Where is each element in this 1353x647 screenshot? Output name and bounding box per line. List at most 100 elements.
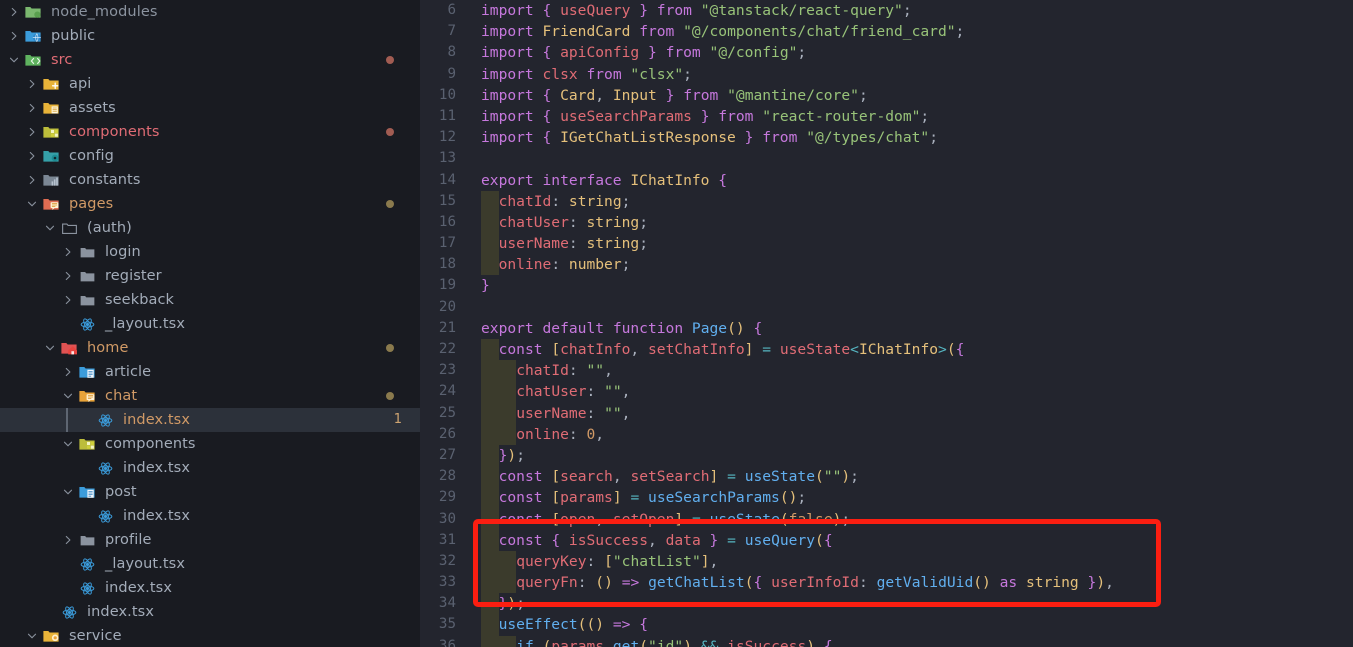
line-source[interactable]: import { Card, Input } from "@mantine/co… (481, 85, 868, 106)
chevron-right-icon[interactable] (60, 240, 76, 264)
tree-item-profile[interactable]: profile (0, 528, 420, 552)
line-source[interactable]: const [chatInfo, setChatInfo] = useState… (481, 339, 964, 360)
code-line[interactable]: 22 const [chatInfo, setChatInfo] = useSt… (420, 339, 1353, 360)
line-source[interactable]: useEffect(() => { (481, 614, 648, 635)
chevron-down-icon[interactable] (60, 480, 76, 504)
tree-item-index-tsx[interactable]: index.tsx (0, 576, 420, 600)
line-source[interactable]: if (params.get("id") && isSuccess) { (481, 636, 833, 647)
tree-item-home[interactable]: home (0, 336, 420, 360)
chevron-right-icon[interactable] (60, 264, 76, 288)
chevron-right-icon[interactable] (24, 144, 40, 168)
chevron-down-icon[interactable] (24, 624, 40, 647)
line-source[interactable]: }); (481, 445, 525, 466)
line-source[interactable]: import { useQuery } from "@tanstack/reac… (481, 0, 912, 21)
tree-item-index-tsx[interactable]: index.tsx1 (0, 408, 420, 432)
line-source[interactable]: online: 0, (481, 424, 604, 445)
chevron-down-icon[interactable] (42, 216, 58, 240)
line-source[interactable]: userName: "", (481, 403, 630, 424)
chevron-down-icon[interactable] (60, 432, 76, 456)
line-source[interactable]: queryKey: ["chatList"], (481, 551, 718, 572)
line-source[interactable]: const { isSuccess, data } = useQuery({ (481, 530, 833, 551)
code-line[interactable]: 10import { Card, Input } from "@mantine/… (420, 85, 1353, 106)
code-line[interactable]: 27 }); (420, 445, 1353, 466)
code-line[interactable]: 34 }); (420, 593, 1353, 614)
tree-item-components[interactable]: components (0, 432, 420, 456)
tree-item-public[interactable]: public (0, 24, 420, 48)
code-line[interactable]: 14export interface IChatInfo { (420, 170, 1353, 191)
code-line[interactable]: 25 userName: "", (420, 403, 1353, 424)
chevron-right-icon[interactable] (60, 528, 76, 552)
tree-item--auth-[interactable]: (auth) (0, 216, 420, 240)
line-source[interactable]: const [open, setOpen] = useState(false); (481, 509, 850, 530)
code-line[interactable]: 18 online: number; (420, 254, 1353, 275)
chevron-down-icon[interactable] (42, 336, 58, 360)
tree-item-src[interactable]: src (0, 48, 420, 72)
code-line[interactable]: 8import { apiConfig } from "@/config"; (420, 42, 1353, 63)
code-line[interactable]: 36 if (params.get("id") && isSuccess) { (420, 636, 1353, 647)
chevron-right-icon[interactable] (24, 96, 40, 120)
tree-item-constants[interactable]: constants (0, 168, 420, 192)
code-line[interactable]: 32 queryKey: ["chatList"], (420, 551, 1353, 572)
chevron-right-icon[interactable] (60, 288, 76, 312)
code-line[interactable]: 30 const [open, setOpen] = useState(fals… (420, 509, 1353, 530)
code-editor[interactable]: 6import { useQuery } from "@tanstack/rea… (420, 0, 1353, 647)
code-lines[interactable]: 6import { useQuery } from "@tanstack/rea… (420, 0, 1353, 647)
chevron-down-icon[interactable] (24, 192, 40, 216)
code-line[interactable]: 9import clsx from "clsx"; (420, 64, 1353, 85)
code-line[interactable]: 12import { IGetChatListResponse } from "… (420, 127, 1353, 148)
line-source[interactable]: import { IGetChatListResponse } from "@/… (481, 127, 938, 148)
code-line[interactable]: 33 queryFn: () => getChatList({ userInfo… (420, 572, 1353, 593)
chevron-down-icon[interactable] (6, 48, 22, 72)
code-line[interactable]: 6import { useQuery } from "@tanstack/rea… (420, 0, 1353, 21)
tree-item-index-tsx[interactable]: index.tsx (0, 504, 420, 528)
line-source[interactable]: import { apiConfig } from "@/config"; (481, 42, 806, 63)
code-line[interactable]: 19} (420, 275, 1353, 296)
line-source[interactable]: const [params] = useSearchParams(); (481, 487, 806, 508)
tree-item-api[interactable]: api (0, 72, 420, 96)
line-source[interactable]: }); (481, 593, 525, 614)
tree-item-register[interactable]: register (0, 264, 420, 288)
line-source[interactable]: chatId: string; (481, 191, 630, 212)
code-line[interactable]: 24 chatUser: "", (420, 381, 1353, 402)
line-source[interactable]: } (481, 275, 490, 296)
tree-item-login[interactable]: login (0, 240, 420, 264)
code-line[interactable]: 20 (420, 297, 1353, 318)
file-explorer-tree[interactable]: node_modulespublicsrcapiassets components… (0, 0, 420, 647)
code-line[interactable]: 28 const [search, setSearch] = useState(… (420, 466, 1353, 487)
line-source[interactable]: chatId: "", (481, 360, 613, 381)
code-line[interactable]: 11import { useSearchParams } from "react… (420, 106, 1353, 127)
tree-item-index-tsx[interactable]: index.tsx (0, 456, 420, 480)
tree-item-post[interactable]: post (0, 480, 420, 504)
tree-item--layout-tsx[interactable]: _layout.tsx (0, 552, 420, 576)
line-source[interactable]: queryFn: () => getChatList({ userInfoId:… (481, 572, 1114, 593)
line-source[interactable]: export default function Page() { (481, 318, 762, 339)
tree-item-article[interactable]: article (0, 360, 420, 384)
line-source[interactable]: import clsx from "clsx"; (481, 64, 692, 85)
code-line[interactable]: 23 chatId: "", (420, 360, 1353, 381)
chevron-right-icon[interactable] (24, 168, 40, 192)
line-source[interactable]: chatUser: "", (481, 381, 630, 402)
code-line[interactable]: 15 chatId: string; (420, 191, 1353, 212)
line-source[interactable]: const [search, setSearch] = useState("")… (481, 466, 859, 487)
tree-item-index-tsx[interactable]: index.tsx (0, 600, 420, 624)
line-source[interactable]: export interface IChatInfo { (481, 170, 727, 191)
code-line[interactable]: 21export default function Page() { (420, 318, 1353, 339)
chevron-right-icon[interactable] (24, 72, 40, 96)
code-line[interactable]: 7import FriendCard from "@/components/ch… (420, 21, 1353, 42)
line-source[interactable]: import FriendCard from "@/components/cha… (481, 21, 964, 42)
line-source[interactable]: userName: string; (481, 233, 648, 254)
code-line[interactable]: 17 userName: string; (420, 233, 1353, 254)
chevron-right-icon[interactable] (60, 360, 76, 384)
code-line[interactable]: 13 (420, 148, 1353, 169)
chevron-down-icon[interactable] (60, 384, 76, 408)
tree-item-assets[interactable]: assets (0, 96, 420, 120)
line-source[interactable]: import { useSearchParams } from "react-r… (481, 106, 929, 127)
code-line[interactable]: 29 const [params] = useSearchParams(); (420, 487, 1353, 508)
tree-item-chat[interactable]: chat (0, 384, 420, 408)
line-source[interactable]: chatUser: string; (481, 212, 648, 233)
tree-item-pages[interactable]: pages (0, 192, 420, 216)
tree-item-node-modules[interactable]: node_modules (0, 0, 420, 24)
code-line[interactable]: 26 online: 0, (420, 424, 1353, 445)
tree-item--layout-tsx[interactable]: _layout.tsx (0, 312, 420, 336)
tree-item-config[interactable]: config (0, 144, 420, 168)
